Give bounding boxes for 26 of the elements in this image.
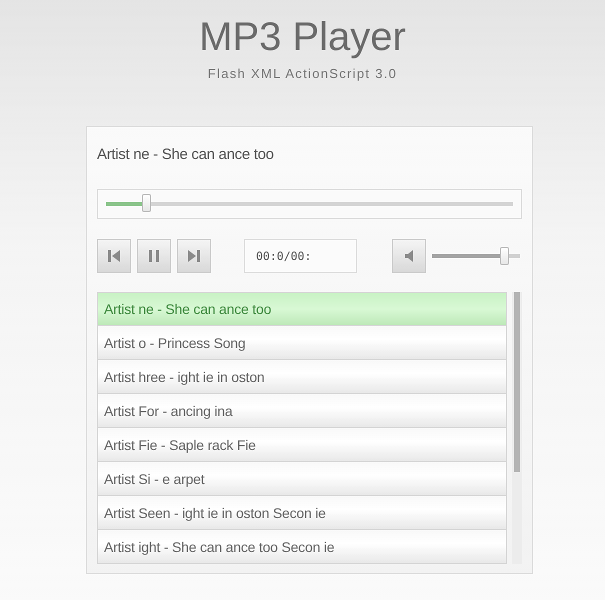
pause-button[interactable] <box>137 238 171 272</box>
volume-button[interactable] <box>392 238 426 272</box>
volume-handle[interactable] <box>500 246 510 264</box>
volume-slider[interactable] <box>432 246 520 264</box>
app-subtitle: Flash XML ActionScript 3.0 <box>208 66 398 81</box>
skip-forward-icon <box>186 248 202 264</box>
progress-handle[interactable] <box>142 194 151 212</box>
pause-icon <box>147 248 161 264</box>
playlist-item[interactable]: Artist Fie - Saple rack Fie <box>97 428 508 462</box>
skip-back-icon <box>106 248 122 264</box>
playlist-item[interactable]: Artist ight - She can ance too Secon ie <box>97 530 508 564</box>
playlist-item[interactable]: Artist For - ancing ina <box>97 394 508 428</box>
next-button[interactable] <box>177 238 211 272</box>
speaker-icon <box>404 248 414 264</box>
now-playing-title: Artist ne - She can ance too <box>97 146 275 165</box>
app-title: MP3 Player <box>199 14 406 60</box>
time-display: 00:0/00: <box>244 238 357 272</box>
scrollbar-thumb[interactable] <box>514 292 520 472</box>
playlist-item[interactable]: Artist Si - e arpet <box>97 462 508 496</box>
scrollbar[interactable] <box>512 292 522 564</box>
previous-button[interactable] <box>97 238 131 272</box>
playlist-item[interactable]: Artist o - Princess Song <box>97 326 508 360</box>
playlist-item[interactable]: Artist hree - ight ie in oston <box>97 360 508 394</box>
playlist-item[interactable]: Artist ne - She can ance too <box>97 292 508 326</box>
progress-bar[interactable] <box>97 189 522 219</box>
playlist-item[interactable]: Artist Seen - ight ie in oston Secon ie <box>97 496 508 530</box>
